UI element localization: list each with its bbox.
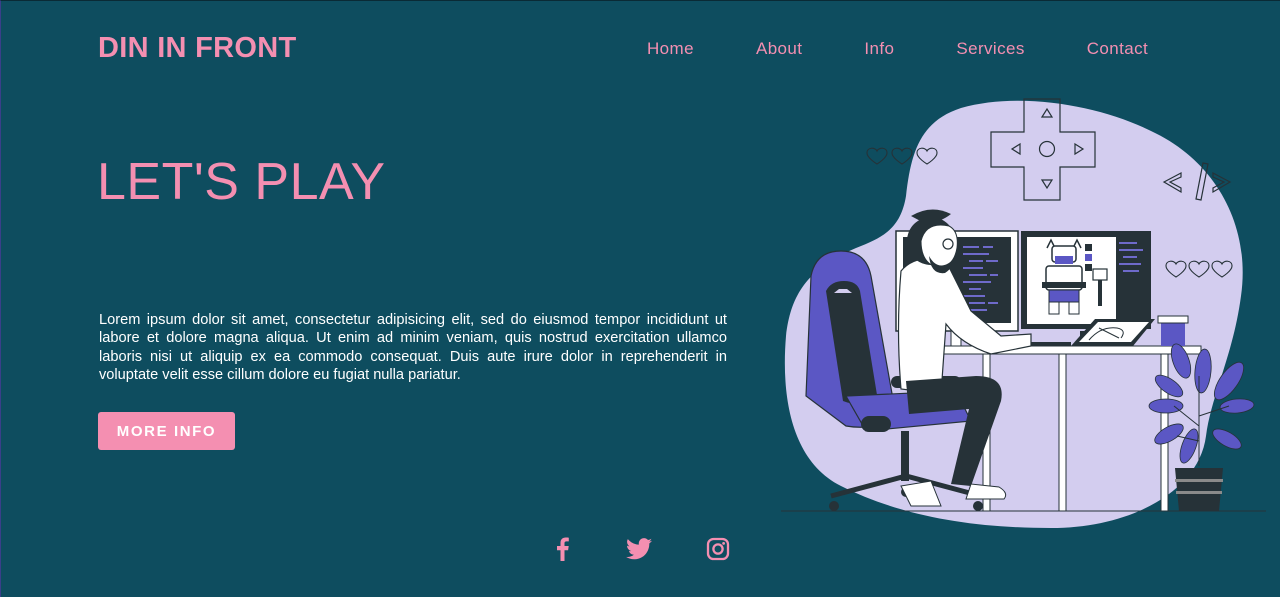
nav-contact[interactable]: Contact [1087,39,1148,59]
nav-home[interactable]: Home [647,39,694,59]
facebook-icon[interactable] [549,536,575,562]
main-nav: Home About Info Services Contact [647,39,1148,59]
nav-about[interactable]: About [756,39,802,59]
hero-title: LET'S PLAY [97,153,386,211]
gamer-illustration [781,98,1266,529]
hero-description: Lorem ipsum dolor sit amet, consectetur … [99,312,727,384]
social-links [549,536,731,562]
instagram-icon[interactable] [705,536,731,562]
coffee-cup [1157,315,1189,346]
nav-services[interactable]: Services [956,39,1024,59]
site-logo[interactable]: DIN IN FRONT [98,32,297,65]
nav-info[interactable]: Info [864,39,894,59]
twitter-icon[interactable] [626,536,652,562]
more-info-button[interactable]: MORE INFO [98,412,235,450]
landing-page: DIN IN FRONT Home About Info Services Co… [0,0,1280,597]
